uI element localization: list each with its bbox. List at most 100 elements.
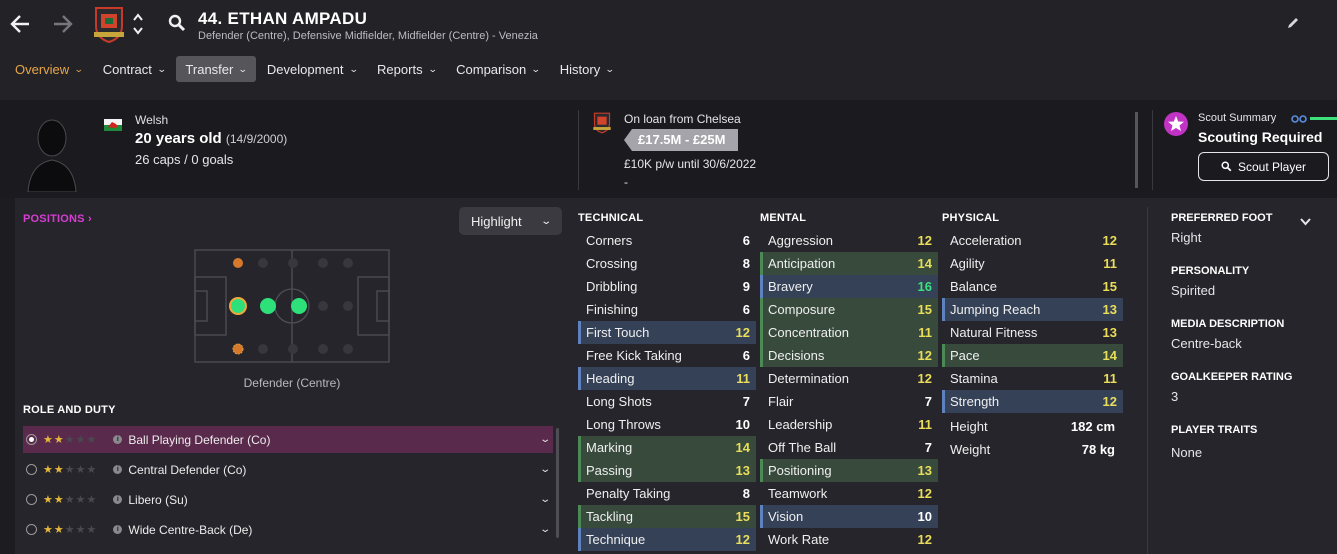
attribute-row[interactable]: Dribbling 9: [578, 275, 756, 298]
chevron-down-icon: ⌄: [605, 63, 615, 74]
pitch-diagram: [194, 249, 390, 363]
player-title: 44. ETHAN AMPADU: [198, 9, 368, 28]
tab-overview[interactable]: Overview ⌄: [6, 56, 92, 82]
roles-scrollbar[interactable]: [556, 428, 559, 538]
attribute-row[interactable]: Passing 13: [578, 459, 756, 482]
attribute-row[interactable]: Pace 14: [942, 344, 1123, 367]
chevron-down-icon[interactable]: ⌄: [539, 494, 551, 505]
attribute-name: Teamwork: [768, 486, 828, 501]
attribute-row[interactable]: Off The Ball 7: [760, 436, 938, 459]
tab-development[interactable]: Development ⌄: [258, 56, 366, 82]
attribute-row[interactable]: Balance 15: [942, 275, 1123, 298]
attribute-row[interactable]: Corners 6: [578, 229, 756, 252]
attribute-row[interactable]: Leadership 11: [760, 413, 938, 436]
personality-label: PERSONALITY: [1171, 265, 1250, 277]
attribute-row[interactable]: Flair 7: [760, 390, 938, 413]
positions-link[interactable]: POSITIONS ›: [23, 213, 92, 225]
player-traits-value: None: [1171, 445, 1203, 460]
chevron-down-icon[interactable]: ⌄: [539, 524, 551, 535]
height-label: Height: [950, 419, 988, 434]
tab-comparison[interactable]: Comparison ⌄: [447, 56, 549, 82]
attribute-row[interactable]: Decisions 12: [760, 344, 938, 367]
attribute-row[interactable]: Finishing 6: [578, 298, 756, 321]
attribute-row[interactable]: Crossing 8: [578, 252, 756, 275]
player-details-sidebar: PREFERRED FOOT Right PERSONALITY Spirite…: [1171, 212, 1331, 460]
attribute-row[interactable]: Teamwork 12: [760, 482, 938, 505]
attribute-row[interactable]: Jumping Reach 13: [942, 298, 1123, 321]
attribute-name: Stamina: [950, 371, 998, 386]
attribute-row[interactable]: Determination 12: [760, 367, 938, 390]
star-icon: ★: [86, 494, 97, 506]
attribute-row[interactable]: Long Shots 7: [578, 390, 756, 413]
attribute-row[interactable]: Composure 15: [760, 298, 938, 321]
attribute-row[interactable]: Tackling 15: [578, 505, 756, 528]
edit-pencil-icon[interactable]: [1287, 17, 1299, 29]
attribute-row[interactable]: Long Throws 10: [578, 413, 756, 436]
attribute-row[interactable]: Technique 12: [578, 528, 756, 551]
wage-info: £10K p/w until 30/6/2022: [624, 157, 757, 171]
attribute-value: 14: [917, 256, 932, 271]
club-crest-icon[interactable]: [92, 6, 126, 44]
attribute-row[interactable]: Aggression 12: [760, 229, 938, 252]
forward-arrow-icon[interactable]: [52, 14, 74, 34]
attribute-name: Off The Ball: [768, 440, 837, 455]
star-icon: ★: [64, 494, 75, 506]
tab-contract[interactable]: Contract ⌄: [94, 56, 175, 82]
attribute-row[interactable]: Vision 10: [760, 505, 938, 528]
tab-reports[interactable]: Reports ⌄: [368, 56, 445, 82]
role-radio[interactable]: [26, 464, 37, 475]
attribute-row[interactable]: Heading 11: [578, 367, 756, 390]
attribute-value: 12: [917, 532, 932, 547]
role-radio[interactable]: [26, 524, 37, 535]
attribute-name: Leadership: [768, 417, 833, 432]
attribute-value: 6: [742, 302, 750, 317]
scout-progress-bar: [1310, 117, 1337, 120]
goalkeeper-rating-label: GOALKEEPER RATING: [1171, 371, 1293, 383]
info-icon[interactable]: i: [113, 495, 123, 504]
role-radio[interactable]: [26, 494, 37, 505]
attribute-row[interactable]: Concentration 11: [760, 321, 938, 344]
attribute-row[interactable]: Free Kick Taking 6: [578, 344, 756, 367]
attribute-row[interactable]: Agility 11: [942, 252, 1123, 275]
tab-label: Reports: [377, 61, 423, 77]
attribute-row[interactable]: Marking 14: [578, 436, 756, 459]
role-label: Ball Playing Defender (Co): [128, 432, 271, 447]
attribute-row[interactable]: Bravery 16: [760, 275, 938, 298]
role-label: Central Defender (Co): [128, 462, 247, 477]
scout-player-button[interactable]: Scout Player: [1198, 152, 1329, 181]
highlight-dropdown[interactable]: Highlight ⌄: [459, 207, 562, 235]
media-description-value: Centre-back: [1171, 336, 1242, 351]
role-row[interactable]: ★ ★ ★ ★ ★ i Libero (Su) ⌄: [23, 486, 553, 513]
info-icon[interactable]: i: [113, 465, 123, 474]
attribute-row[interactable]: Penalty Taking 8: [578, 482, 756, 505]
role-row[interactable]: ★ ★ ★ ★ ★ i Ball Playing Defender (Co) ⌄: [23, 426, 553, 453]
chevron-down-icon[interactable]: ⌄: [539, 464, 551, 475]
attribute-row[interactable]: Positioning 13: [760, 459, 938, 482]
info-icon[interactable]: i: [113, 435, 123, 444]
attribute-row[interactable]: First Touch 12: [578, 321, 756, 344]
attribute-row[interactable]: Acceleration 12: [942, 229, 1123, 252]
attribute-value: 12: [735, 532, 750, 547]
tab-label: Development: [266, 61, 344, 77]
attribute-value: 16: [917, 279, 932, 294]
attribute-value: 12: [917, 371, 932, 386]
attribute-row[interactable]: Strength 12: [942, 390, 1123, 413]
mental-header: MENTAL: [760, 212, 807, 224]
role-row[interactable]: ★ ★ ★ ★ ★ i Central Defender (Co) ⌄: [23, 456, 553, 483]
role-row[interactable]: ★ ★ ★ ★ ★ i Wide Centre-Back (De) ⌄: [23, 516, 553, 543]
tab-transfer[interactable]: Transfer ⌄: [176, 56, 256, 82]
search-icon[interactable]: [168, 14, 186, 32]
attribute-row[interactable]: Anticipation 14: [760, 252, 938, 275]
chevron-updown-icon[interactable]: [132, 12, 144, 36]
attribute-row[interactable]: Work Rate 12: [760, 528, 938, 551]
chevron-down-icon[interactable]: ⌄: [539, 434, 551, 445]
attribute-value: 11: [1103, 371, 1117, 386]
back-arrow-icon[interactable]: [9, 14, 31, 34]
attribute-value: 10: [917, 509, 932, 524]
chevron-down-icon[interactable]: [1300, 218, 1311, 226]
role-radio[interactable]: [26, 434, 37, 445]
attribute-row[interactable]: Natural Fitness 13: [942, 321, 1123, 344]
tab-history[interactable]: History ⌄: [551, 56, 623, 82]
attribute-row[interactable]: Stamina 11: [942, 367, 1123, 390]
info-icon[interactable]: i: [113, 525, 123, 534]
